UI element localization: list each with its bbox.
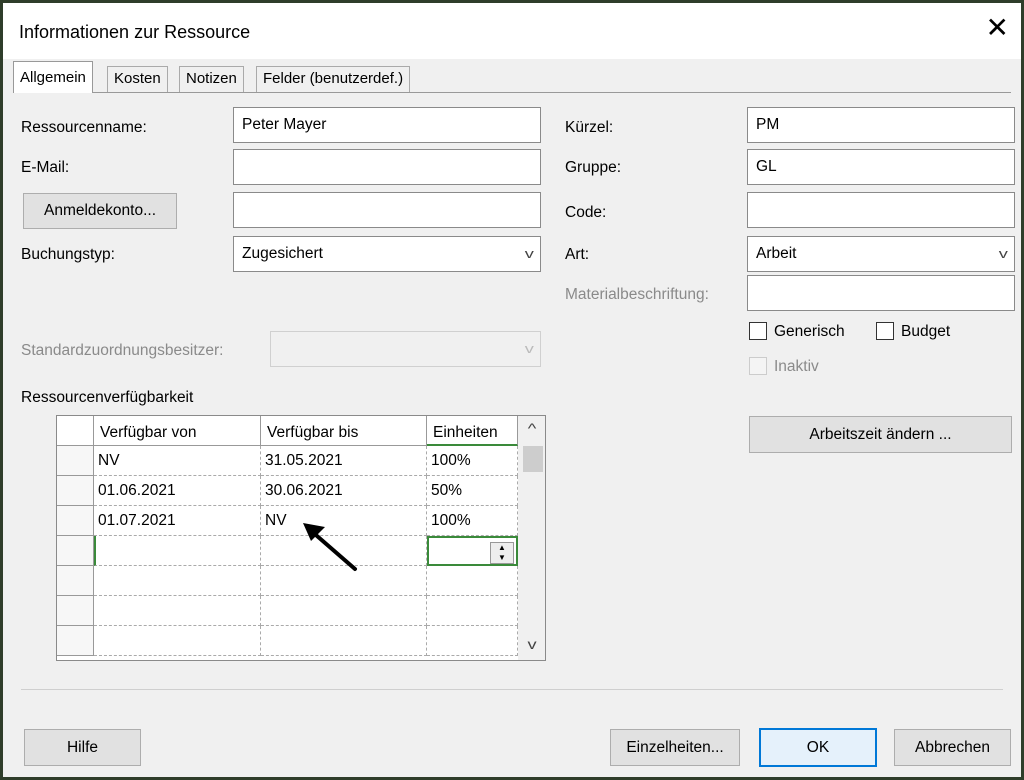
column-header-from: Verfügbar von	[94, 416, 261, 446]
email-input[interactable]	[233, 149, 541, 185]
footer-divider	[21, 689, 1003, 690]
cell-from[interactable]: NV	[94, 446, 261, 476]
default-owner-select: v	[270, 331, 541, 367]
annotation-arrow-icon	[303, 523, 357, 571]
cell-from[interactable]	[94, 596, 261, 626]
type-label: Art:	[565, 246, 590, 263]
availability-label: Ressourcenverfügbarkeit	[21, 389, 194, 406]
scroll-thumb[interactable]	[523, 446, 543, 472]
cell-from[interactable]: 01.07.2021	[94, 506, 261, 536]
login-account-button[interactable]: Anmeldekonto...	[23, 193, 177, 229]
initials-label: Kürzel:	[565, 119, 614, 136]
chevron-down-icon: v	[524, 341, 534, 356]
table-scrollbar[interactable]: ^ v	[518, 416, 545, 660]
inactive-label: Inaktiv	[774, 358, 819, 375]
cell-to[interactable]	[261, 626, 427, 656]
material-label: Materialbeschriftung:	[565, 286, 709, 303]
row-header	[57, 626, 94, 656]
generic-checkbox[interactable]	[749, 322, 767, 340]
column-header-units: Einheiten	[427, 416, 518, 446]
change-worktime-button[interactable]: Arbeitszeit ändern ...	[749, 416, 1012, 453]
ok-button[interactable]: OK	[759, 728, 877, 767]
default-owner-label: Standardzuordnungsbesitzer:	[21, 342, 224, 359]
type-value: Arbeit	[756, 245, 797, 262]
cell-units[interactable]	[427, 566, 518, 596]
cell-to[interactable]: 31.05.2021	[261, 446, 427, 476]
resource-info-dialog: Informationen zur Ressource ✕ Allgemein …	[0, 0, 1024, 780]
tab-felder[interactable]: Felder (benutzerdef.)	[256, 66, 411, 92]
budget-label: Budget	[901, 323, 951, 340]
chevron-down-icon: v	[524, 246, 534, 261]
row-header	[57, 416, 94, 446]
cell-from[interactable]: 01.06.2021	[94, 476, 261, 506]
cell-from[interactable]	[94, 626, 261, 656]
generic-label: Generisch	[774, 323, 845, 340]
cell-units[interactable]: 100%	[427, 446, 518, 476]
cell-to[interactable]: 30.06.2021	[261, 476, 427, 506]
cell-units[interactable]	[427, 596, 518, 626]
title-bar: Informationen zur Ressource ✕	[3, 3, 1021, 59]
cell-to[interactable]	[261, 596, 427, 626]
login-account-input[interactable]	[233, 192, 541, 228]
inactive-checkbox	[749, 357, 767, 375]
chevron-down-icon: v	[998, 246, 1008, 261]
close-icon[interactable]: ✕	[986, 13, 1009, 43]
tab-notizen[interactable]: Notizen	[179, 66, 244, 92]
cancel-button[interactable]: Abbrechen	[894, 729, 1011, 766]
code-input[interactable]	[747, 192, 1015, 228]
code-label: Code:	[565, 204, 607, 221]
cell-units[interactable]: 100%	[427, 506, 518, 536]
tab-allgemein[interactable]: Allgemein	[13, 61, 93, 93]
help-button[interactable]: Hilfe	[24, 729, 141, 766]
type-select[interactable]: Arbeit v	[747, 236, 1015, 272]
booking-type-label: Buchungstyp:	[21, 246, 115, 263]
row-header	[57, 596, 94, 626]
row-header	[57, 446, 94, 476]
tab-kosten[interactable]: Kosten	[107, 66, 168, 92]
row-header	[57, 506, 94, 536]
group-label: Gruppe:	[565, 159, 622, 176]
cell-units[interactable]: 50%	[427, 476, 518, 506]
group-input[interactable]: GL	[747, 149, 1015, 185]
tab-divider	[13, 92, 1011, 93]
row-header	[57, 566, 94, 596]
email-label: E-Mail:	[21, 159, 70, 176]
budget-checkbox[interactable]	[876, 322, 894, 340]
cell-from[interactable]	[94, 566, 261, 596]
material-input[interactable]	[747, 275, 1015, 311]
cell-units[interactable]	[427, 626, 518, 656]
row-header	[57, 536, 94, 566]
initials-input[interactable]: PM	[747, 107, 1015, 143]
spinner-icon[interactable]: ▲ ▼	[490, 542, 514, 564]
column-header-to: Verfügbar bis	[261, 416, 427, 446]
booking-type-value: Zugesichert	[242, 245, 323, 262]
cell-from[interactable]	[94, 536, 261, 566]
booking-type-select[interactable]: Zugesichert v	[233, 236, 541, 272]
chevron-up-icon[interactable]: ^	[514, 420, 545, 436]
row-header	[57, 476, 94, 506]
details-button[interactable]: Einzelheiten...	[610, 729, 740, 766]
dialog-title: Informationen zur Ressource	[19, 22, 251, 42]
chevron-down-icon[interactable]: v	[514, 636, 545, 652]
resource-name-input[interactable]: Peter Mayer	[233, 107, 541, 143]
resource-name-label: Ressourcenname:	[21, 119, 147, 136]
